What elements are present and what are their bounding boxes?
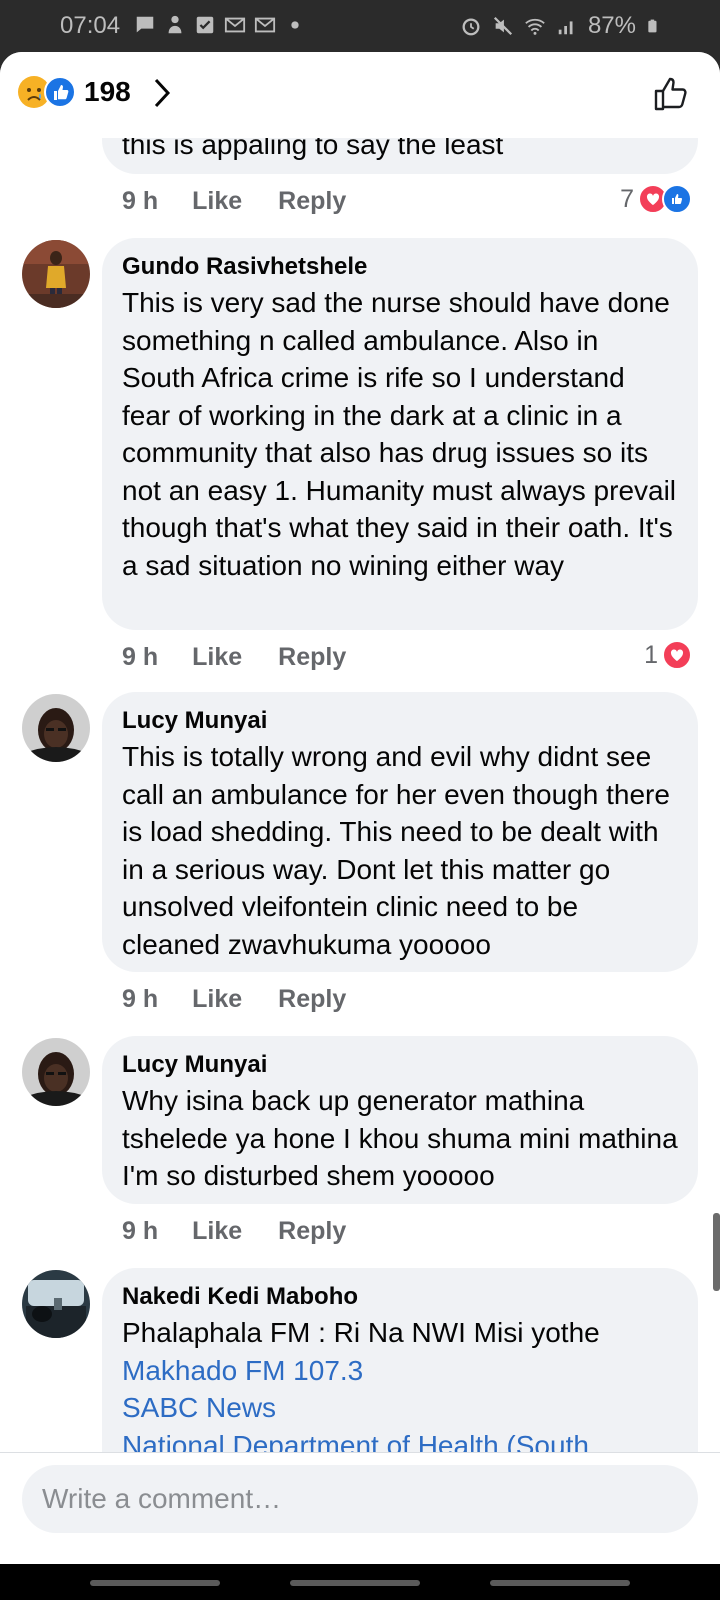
reaction-count: 198 bbox=[84, 76, 131, 107]
like-icon bbox=[662, 184, 692, 214]
chevron-right-icon[interactable] bbox=[148, 76, 176, 110]
comment-bubble[interactable]: Gundo Rasivhetshele This is very sad the… bbox=[102, 238, 698, 630]
avatar[interactable] bbox=[22, 240, 90, 308]
avatar[interactable] bbox=[22, 694, 90, 762]
status-time: 07:04 bbox=[60, 12, 121, 39]
notification-icons bbox=[134, 14, 306, 36]
page-mention-link[interactable]: SABC News bbox=[122, 1389, 678, 1427]
like-icon bbox=[44, 76, 76, 108]
mute-icon bbox=[493, 16, 513, 36]
checkbox-icon bbox=[196, 16, 214, 34]
system-nav-bar bbox=[0, 1564, 720, 1600]
comment-author[interactable]: Lucy Munyai bbox=[122, 706, 678, 736]
wifi-icon bbox=[525, 18, 545, 35]
like-button[interactable]: Like bbox=[192, 643, 242, 672]
dot-icon bbox=[291, 21, 299, 29]
like-button[interactable]: Like bbox=[192, 1217, 242, 1246]
comments-sheet: 198 this is appaling to say the least 9 … bbox=[0, 52, 720, 1564]
reply-button[interactable]: Reply bbox=[278, 643, 346, 672]
comment-author[interactable]: Nakedi Kedi Maboho bbox=[122, 1282, 678, 1312]
comment-actions: 9 h Like Reply bbox=[122, 186, 346, 216]
page-mention-link[interactable]: Makhado FM 107.3 bbox=[122, 1352, 678, 1390]
like-button[interactable]: Like bbox=[192, 985, 242, 1014]
comment-author[interactable]: Lucy Munyai bbox=[122, 1050, 678, 1080]
battery-icon bbox=[648, 19, 657, 33]
comment-actions: 9 h Like Reply bbox=[122, 642, 346, 672]
comment-input[interactable] bbox=[22, 1465, 698, 1533]
comment-author[interactable]: Gundo Rasivhetshele bbox=[122, 252, 678, 282]
reactions-header: 198 bbox=[0, 52, 720, 138]
reply-button[interactable]: Reply bbox=[278, 985, 346, 1014]
love-icon bbox=[662, 640, 692, 670]
alarm-icon bbox=[462, 18, 480, 36]
comment-composer bbox=[0, 1452, 720, 1564]
status-right: 87% bbox=[460, 12, 660, 40]
like-button[interactable]: Like bbox=[192, 187, 242, 216]
avatar[interactable] bbox=[22, 1038, 90, 1106]
scrollbar-thumb[interactable] bbox=[713, 1213, 720, 1291]
comment-text: Phalaphala FM : Ri Na NWI Misi yothe bbox=[122, 1317, 600, 1348]
chat-bubble-icon bbox=[136, 16, 154, 33]
nav-back-handle[interactable] bbox=[90, 1580, 220, 1586]
reaction-summary-button[interactable]: 198 bbox=[18, 76, 131, 108]
comment-actions: 9 h Like Reply bbox=[122, 1216, 346, 1246]
comment-reactions[interactable]: 1 bbox=[644, 640, 692, 670]
comment-reaction-count: 7 bbox=[620, 184, 634, 213]
comment-time: 9 h bbox=[122, 642, 159, 671]
avatar[interactable] bbox=[22, 1270, 90, 1338]
comment-time: 9 h bbox=[122, 1216, 159, 1245]
reply-button[interactable]: Reply bbox=[278, 187, 346, 216]
comment-actions: 9 h Like Reply bbox=[122, 984, 346, 1014]
nav-recents-handle[interactable] bbox=[490, 1580, 630, 1586]
comment-time: 9 h bbox=[122, 984, 159, 1013]
comment-text: This is very sad the nurse should have d… bbox=[122, 287, 677, 581]
comment-bubble[interactable]: Lucy Munyai Why isina back up generator … bbox=[102, 1036, 698, 1204]
thumbs-up-icon[interactable] bbox=[652, 74, 692, 114]
comment-reactions[interactable]: 7 bbox=[620, 184, 692, 214]
status-bar: 07:04 87% bbox=[0, 0, 720, 52]
nav-home-handle[interactable] bbox=[290, 1580, 420, 1586]
battery-percent: 87% bbox=[587, 12, 636, 39]
gmail-icon bbox=[224, 17, 246, 33]
comment-text: Why isina back up generator mathina tshe… bbox=[122, 1085, 678, 1191]
comment-time: 9 h bbox=[122, 186, 159, 215]
reply-button[interactable]: Reply bbox=[278, 1217, 346, 1246]
comment-text: This is totally wrong and evil why didnt… bbox=[122, 741, 670, 960]
comment-bubble[interactable]: Lucy Munyai This is totally wrong and ev… bbox=[102, 692, 698, 972]
comment-reaction-count: 1 bbox=[644, 640, 658, 669]
gmail-icon bbox=[254, 17, 276, 33]
alarm-person-icon bbox=[168, 15, 182, 34]
signal-icon bbox=[558, 21, 573, 35]
